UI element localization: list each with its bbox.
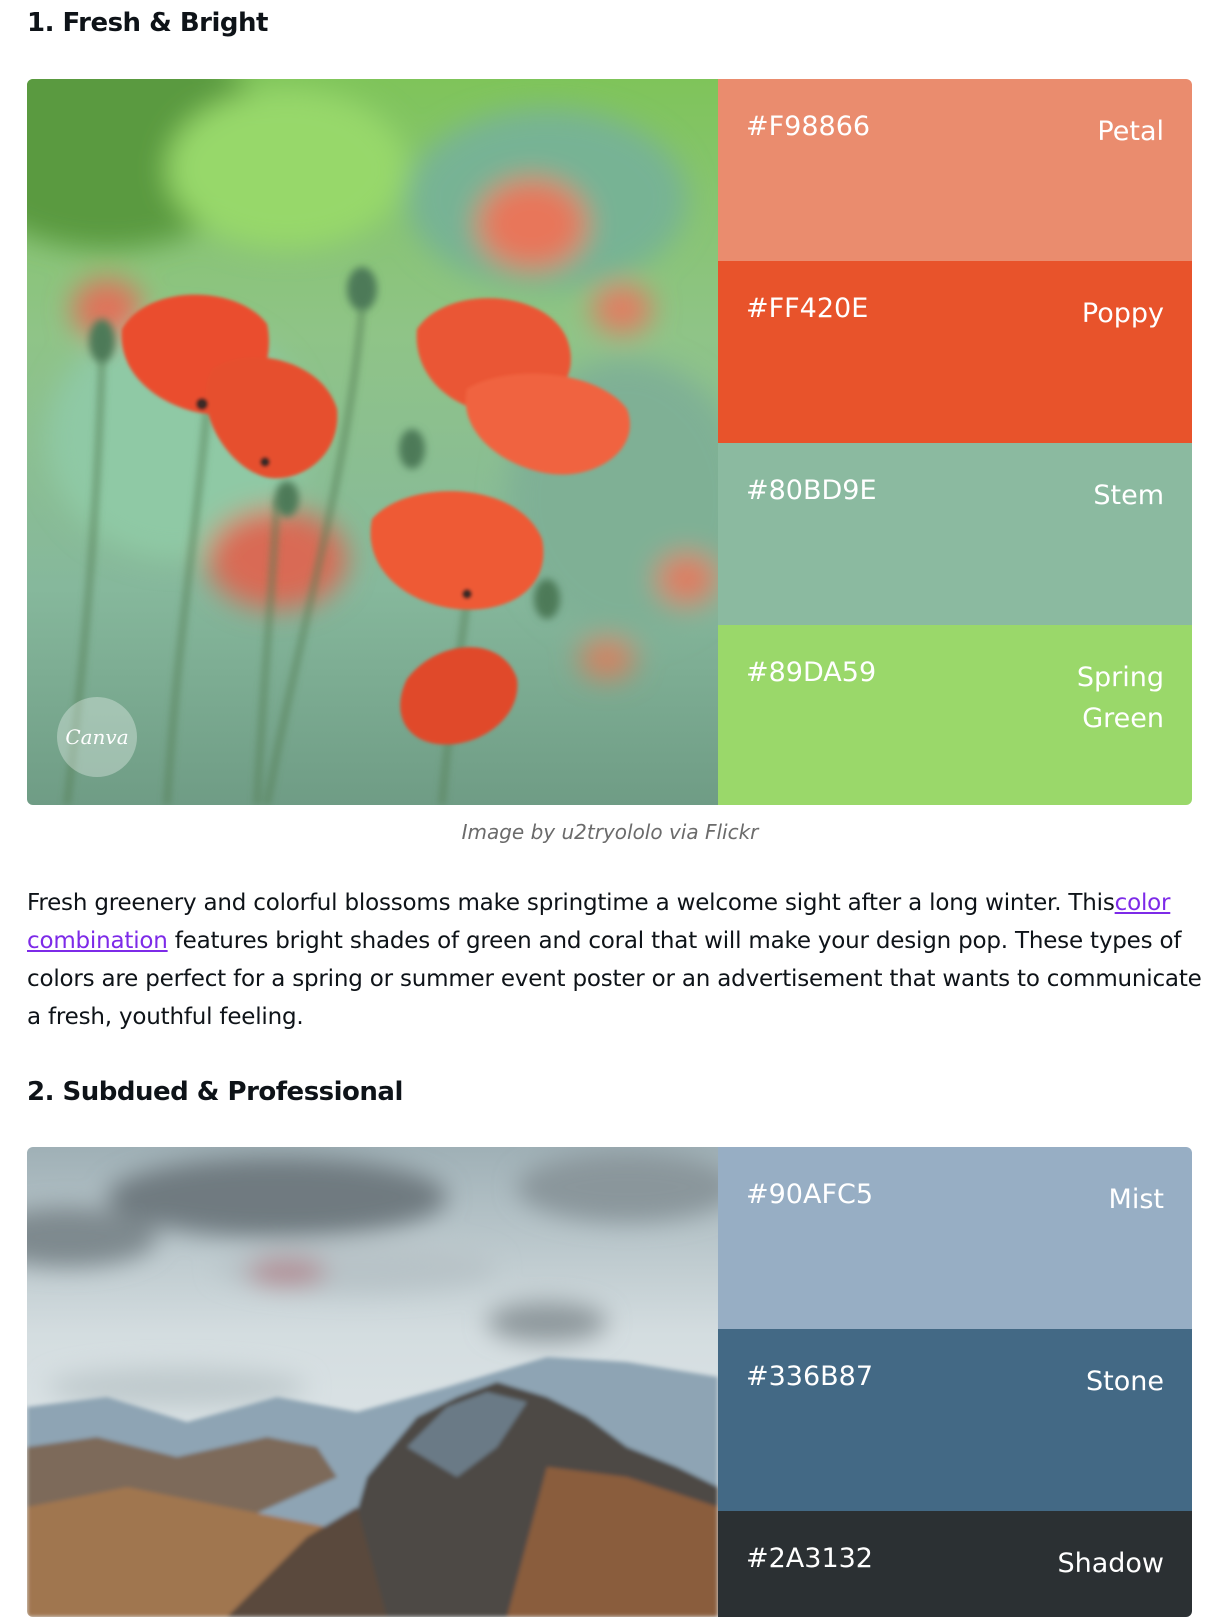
swatch-hex: #336B87 (746, 1361, 874, 1392)
description-text-start: Fresh greenery and colorful blossoms mak… (27, 890, 1115, 916)
swatch-mist: #90AFC5 Mist (718, 1147, 1192, 1329)
poppy-field-image (27, 79, 718, 805)
swatch-stem: #80BD9E Stem (718, 443, 1192, 625)
swatch-shadow: #2A3132 Shadow (718, 1511, 1192, 1617)
swatch-stone: #336B87 Stone (718, 1329, 1192, 1511)
section-description: Fresh greenery and colorful blossoms mak… (27, 884, 1207, 1036)
swatch-hex: #FF420E (746, 293, 869, 324)
color-palette-subdued-professional: #90AFC5 Mist #336B87 Stone #2A3132 Shado… (718, 1147, 1192, 1617)
swatch-name: Spring Green (1076, 662, 1164, 734)
color-palette-fresh-bright: #F98866 Petal #FF420E Poppy #80BD9E Stem… (718, 79, 1192, 805)
swatch-hex: #F98866 (746, 111, 871, 142)
swatch-hex: #89DA59 (746, 657, 877, 688)
swatch-hex: #80BD9E (746, 475, 877, 506)
canva-watermark: Canva (57, 697, 137, 777)
swatch-name: Petal (1097, 116, 1164, 147)
image-caption: Image by u2tryololo via Flickr (461, 820, 759, 844)
mountain-landscape-image (27, 1147, 718, 1617)
mountain-photo (27, 1147, 718, 1617)
poppy-photo: Canva (27, 79, 718, 805)
swatch-hex: #2A3132 (746, 1543, 873, 1574)
swatch-name: Poppy (1081, 298, 1164, 329)
palette-card-subdued-professional: #90AFC5 Mist #336B87 Stone #2A3132 Shado… (27, 1147, 1192, 1617)
section-heading-subdued-professional: 2. Subdued & Professional (27, 1077, 403, 1107)
swatch-poppy: #FF420E Poppy (718, 261, 1192, 443)
swatch-petal: #F98866 Petal (718, 79, 1192, 261)
swatch-spring-green: #89DA59 Spring Green (718, 625, 1192, 805)
palette-card-fresh-bright: Canva #F98866 Petal #FF420E Poppy #80BD9… (27, 79, 1192, 805)
description-text-end: features bright shades of green and cora… (27, 928, 1202, 1030)
swatch-hex: #90AFC5 (746, 1179, 874, 1210)
swatch-name: Mist (1108, 1184, 1164, 1215)
swatch-name: Stem (1093, 480, 1164, 511)
section-heading-fresh-bright: 1. Fresh & Bright (27, 8, 268, 38)
swatch-name: Stone (1086, 1366, 1164, 1397)
swatch-name: Shadow (1057, 1548, 1164, 1579)
